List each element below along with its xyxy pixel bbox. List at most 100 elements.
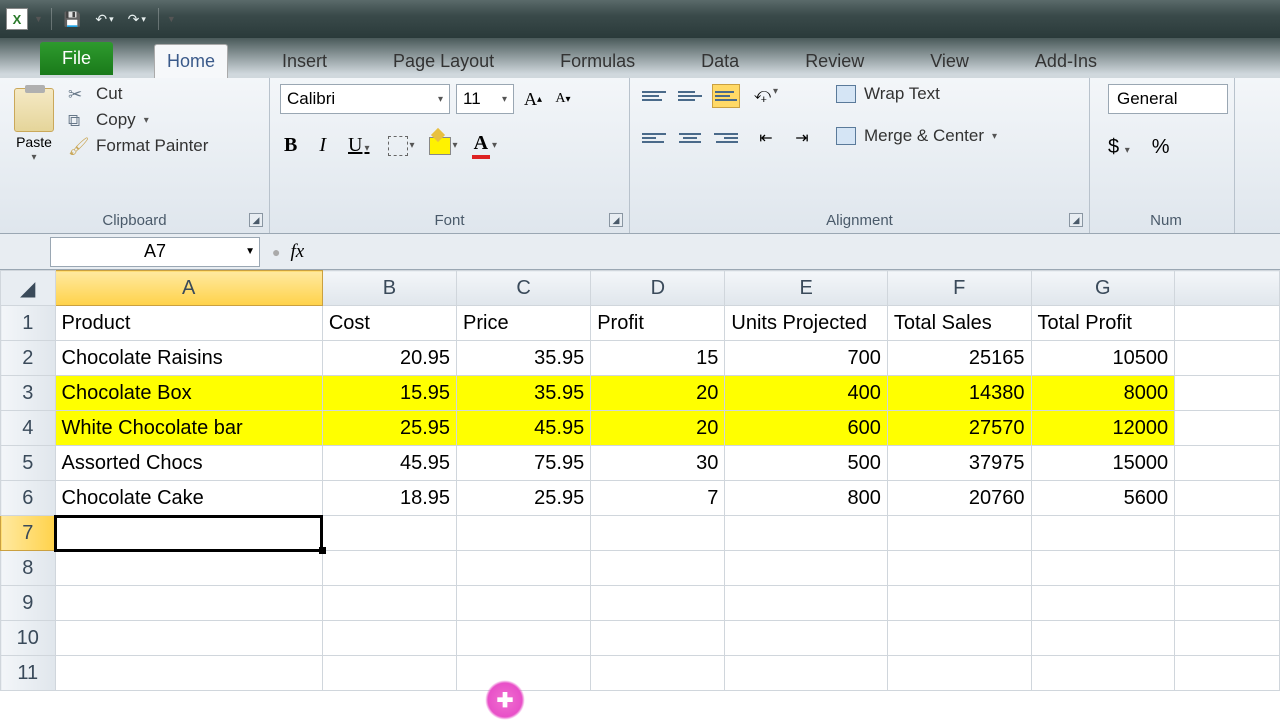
fill-color-button[interactable]: ▾ <box>429 137 458 155</box>
tab-insert[interactable]: Insert <box>270 45 339 78</box>
cell[interactable]: White Chocolate bar <box>55 411 322 446</box>
align-right-button[interactable] <box>712 126 740 150</box>
cell[interactable] <box>1031 551 1175 586</box>
cell[interactable] <box>1175 621 1280 656</box>
tab-formulas[interactable]: Formulas <box>548 45 647 78</box>
cell[interactable]: Chocolate Box <box>55 376 322 411</box>
cell[interactable]: 14380 <box>887 376 1031 411</box>
cell[interactable]: 20 <box>591 376 725 411</box>
column-header-C[interactable]: C <box>457 271 591 306</box>
cell[interactable]: Profit <box>591 306 725 341</box>
cell[interactable]: 700 <box>725 341 887 376</box>
font-size-select[interactable]: 11▾ <box>456 84 514 114</box>
cell[interactable] <box>591 516 725 551</box>
cell[interactable] <box>887 586 1031 621</box>
align-middle-button[interactable] <box>676 84 704 108</box>
cell[interactable]: Price <box>457 306 591 341</box>
tab-page-layout[interactable]: Page Layout <box>381 45 506 78</box>
select-all-corner[interactable]: ◢ <box>1 271 56 306</box>
cell[interactable] <box>1175 551 1280 586</box>
underline-button[interactable]: U▾ <box>344 132 373 159</box>
column-header-A[interactable]: A <box>55 271 322 306</box>
row-header-9[interactable]: 9 <box>1 586 56 621</box>
font-name-select[interactable]: Calibri▾ <box>280 84 450 114</box>
cell[interactable] <box>591 656 725 691</box>
cell[interactable]: 5600 <box>1031 481 1175 516</box>
row-header-11[interactable]: 11 <box>1 656 56 691</box>
cell[interactable] <box>55 656 322 691</box>
cell[interactable] <box>322 621 456 656</box>
merge-center-button[interactable]: Merge & Center ▾ <box>836 126 997 146</box>
clipboard-dialog-launcher[interactable]: ◢ <box>249 213 263 227</box>
row-header-5[interactable]: 5 <box>1 446 56 481</box>
shrink-font-button[interactable]: A▾ <box>550 86 576 112</box>
cell[interactable]: 7 <box>591 481 725 516</box>
cell[interactable]: 15.95 <box>322 376 456 411</box>
merge-dropdown-icon[interactable]: ▾ <box>992 131 997 142</box>
cell[interactable] <box>55 621 322 656</box>
cell[interactable]: 600 <box>725 411 887 446</box>
cell[interactable] <box>1175 411 1280 446</box>
align-top-button[interactable] <box>640 84 668 108</box>
format-painter-button[interactable]: 🖌Format Painter <box>68 136 208 156</box>
cell[interactable] <box>457 621 591 656</box>
cell[interactable]: 35.95 <box>457 376 591 411</box>
cell[interactable]: 15 <box>591 341 725 376</box>
cell[interactable] <box>1175 446 1280 481</box>
cell[interactable] <box>887 551 1031 586</box>
redo-button[interactable]: ↷▾ <box>124 9 150 30</box>
cell[interactable]: 20760 <box>887 481 1031 516</box>
cell[interactable] <box>887 656 1031 691</box>
paste-dropdown-icon[interactable]: ▾ <box>31 152 36 163</box>
cell[interactable]: 35.95 <box>457 341 591 376</box>
namebox-dropdown-icon[interactable]: ▼ <box>245 246 255 257</box>
cell[interactable] <box>322 586 456 621</box>
cell[interactable]: Assorted Chocs <box>55 446 322 481</box>
cell[interactable] <box>591 586 725 621</box>
row-header-4[interactable]: 4 <box>1 411 56 446</box>
cell[interactable]: Product <box>55 306 322 341</box>
font-color-button[interactable]: A▾ <box>472 132 497 159</box>
name-box[interactable]: A7 ▼ <box>50 237 260 267</box>
cell[interactable] <box>1175 306 1280 341</box>
row-header-3[interactable]: 3 <box>1 376 56 411</box>
row-header-8[interactable]: 8 <box>1 551 56 586</box>
cell[interactable]: 12000 <box>1031 411 1175 446</box>
cell[interactable]: Total Profit <box>1031 306 1175 341</box>
qat-menu-dropdown[interactable]: ▼ <box>34 14 43 24</box>
cell[interactable]: Chocolate Cake <box>55 481 322 516</box>
cell[interactable] <box>322 551 456 586</box>
row-header-7[interactable]: 7 <box>1 516 56 551</box>
border-button[interactable]: ▾ <box>388 136 415 156</box>
save-button[interactable]: 💾 <box>60 9 85 30</box>
tab-review[interactable]: Review <box>793 45 876 78</box>
percent-button[interactable]: % <box>1152 136 1170 159</box>
cell[interactable] <box>887 516 1031 551</box>
cell[interactable]: 30 <box>591 446 725 481</box>
cell[interactable]: 75.95 <box>457 446 591 481</box>
cell[interactable]: 18.95 <box>322 481 456 516</box>
cell[interactable]: 45.95 <box>457 411 591 446</box>
column-header-E[interactable]: E <box>725 271 887 306</box>
column-header-D[interactable]: D <box>591 271 725 306</box>
align-bottom-button[interactable] <box>712 84 740 108</box>
fontcolor-dropdown-icon[interactable]: ▾ <box>492 140 497 151</box>
cell[interactable] <box>725 656 887 691</box>
border-dropdown-icon[interactable]: ▾ <box>410 140 415 151</box>
cell[interactable] <box>1031 586 1175 621</box>
cell[interactable] <box>725 586 887 621</box>
currency-dropdown-icon[interactable]: ▾ <box>1125 145 1130 156</box>
cell[interactable] <box>322 516 456 551</box>
cancel-formula-icon[interactable]: ● <box>272 244 280 260</box>
cell[interactable]: 8000 <box>1031 376 1175 411</box>
cell[interactable] <box>457 516 591 551</box>
cell[interactable] <box>1175 376 1280 411</box>
cell[interactable] <box>55 516 322 551</box>
cell[interactable] <box>1175 586 1280 621</box>
cell[interactable] <box>1031 656 1175 691</box>
copy-dropdown-icon[interactable]: ▾ <box>144 115 149 126</box>
cell[interactable]: 25.95 <box>457 481 591 516</box>
cell[interactable] <box>725 551 887 586</box>
undo-button[interactable]: ↶▾ <box>91 9 117 30</box>
row-header-2[interactable]: 2 <box>1 341 56 376</box>
